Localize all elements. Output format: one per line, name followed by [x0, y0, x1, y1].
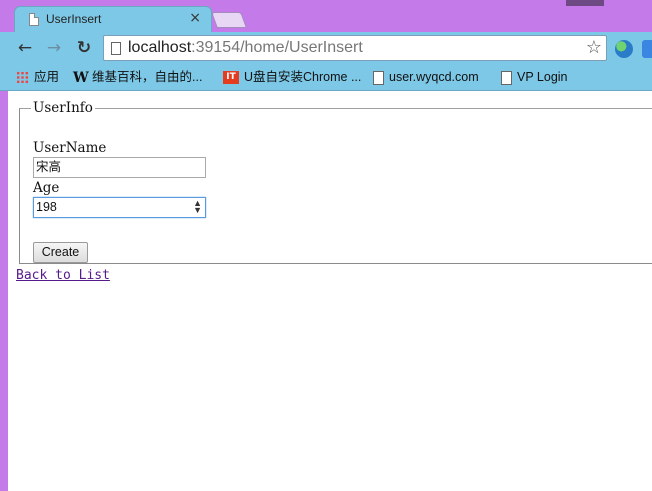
forward-arrow-icon[interactable]: → [44, 37, 64, 59]
bookmarks-bar: 应用 W 维基百科，自由的... IT U盘自安装Chrome ... user.w… [0, 65, 652, 91]
reload-icon[interactable]: ↻ [74, 37, 94, 59]
url-text: localhost:39154/home/UserInsert [128, 39, 363, 56]
fieldset-legend: UserInfo [33, 100, 93, 116]
address-bar[interactable]: localhost:39154/home/UserInsert ☆ [103, 35, 607, 61]
wikipedia-icon: W [73, 69, 89, 86]
bookmark-wikipedia[interactable]: W 维基百科，自由的... [73, 68, 202, 86]
back-to-list-link[interactable]: Back to List [16, 268, 110, 283]
age-value: 198 [36, 200, 57, 214]
tab-title: UserInsert [46, 12, 102, 26]
close-tab-icon[interactable]: × [189, 10, 201, 26]
bookmark-apps[interactable]: 应用 [16, 68, 59, 86]
browser-toolbar: ← → ↻ localhost:39154/home/UserInsert ☆ [0, 32, 652, 65]
username-value: 宋高 [36, 160, 62, 174]
bookmark-chrome-usb[interactable]: IT U盘自安装Chrome ... [223, 68, 361, 86]
page-icon [29, 13, 39, 26]
back-arrow-icon[interactable]: ← [15, 37, 35, 59]
star-icon[interactable]: ☆ [586, 37, 602, 58]
page-icon [111, 42, 121, 55]
age-input[interactable]: 198 ▲ ▼ [33, 197, 206, 218]
userinfo-fieldset: UserInfo UserName 宋高 Age 198 ▲ ▼ Create [19, 100, 652, 264]
create-button[interactable]: Create [33, 242, 88, 263]
bookmark-wyqcd[interactable]: user.wyqcd.com [373, 68, 479, 86]
doc-icon [501, 70, 512, 85]
extension-icon[interactable] [642, 40, 652, 58]
it-icon: IT [223, 71, 239, 85]
age-label: Age [33, 180, 60, 196]
bookmark-vp-login[interactable]: VP Login [501, 68, 568, 86]
username-label: UserName [33, 140, 107, 156]
window-corner [566, 0, 604, 6]
username-input[interactable]: 宋高 [33, 157, 206, 178]
page-content: UserInfo UserName 宋高 Age 198 ▲ ▼ Create B… [8, 91, 652, 491]
spinner-icon[interactable]: ▲ ▼ [193, 199, 202, 215]
apps-icon [16, 71, 29, 85]
globe-extension-icon[interactable] [615, 40, 633, 58]
tab-userinsert[interactable]: UserInsert × [14, 6, 212, 33]
doc-icon [373, 70, 384, 85]
title-bar: UserInsert × [0, 0, 652, 33]
new-tab-button[interactable] [211, 12, 247, 28]
